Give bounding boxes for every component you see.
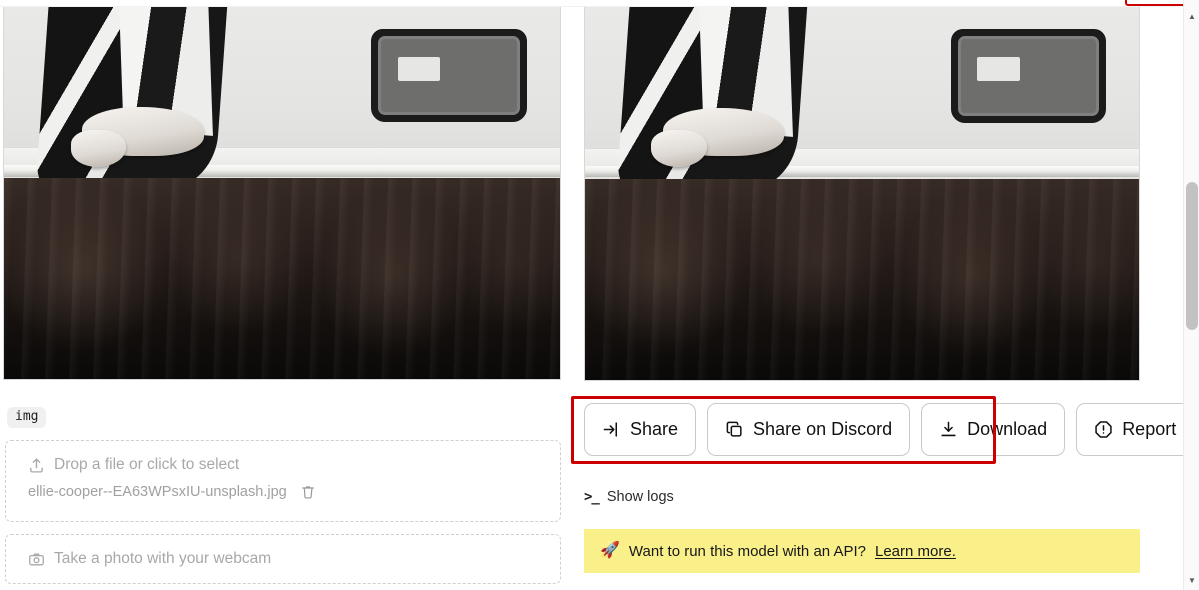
dropzone-prompt-label: Drop a file or click to select	[54, 456, 240, 473]
top-cutoff-strip	[0, 0, 1187, 7]
action-button-bar: Share Share on Discord Download Report	[584, 403, 1195, 456]
app-root: img Drop a file or click to select ellie…	[0, 0, 1199, 590]
photo-drape	[585, 178, 1139, 380]
download-button[interactable]: Download	[921, 403, 1066, 456]
photo-content-left	[4, 7, 560, 379]
photo-handle	[950, 29, 1106, 123]
file-dropzone[interactable]	[5, 440, 561, 522]
terminal-prompt-icon: >_	[584, 489, 600, 505]
upload-icon	[28, 457, 45, 474]
annotation-box-top-clipped	[1125, 0, 1187, 6]
camera-icon	[28, 551, 45, 568]
report-button-label: Report	[1122, 419, 1177, 439]
show-logs-label: Show logs	[606, 489, 674, 505]
scrollbar-thumb[interactable]	[1186, 182, 1198, 330]
output-image-right[interactable]	[584, 7, 1140, 381]
rocket-icon: 🚀	[600, 542, 620, 559]
trash-icon[interactable]	[300, 484, 316, 500]
photo-drape	[4, 178, 560, 379]
show-logs-toggle[interactable]: >_ Show logs	[584, 489, 674, 505]
api-banner: 🚀 Want to run this model with an API? Le…	[584, 529, 1140, 573]
input-type-chip: img	[7, 407, 47, 429]
scrollbar-down-arrow-icon[interactable]: ▼	[1184, 572, 1199, 588]
output-image-left[interactable]	[3, 7, 561, 380]
vertical-scrollbar[interactable]: ▲ ▼	[1183, 0, 1199, 590]
share-button[interactable]: Share	[584, 403, 697, 456]
alert-octagon-icon	[1094, 420, 1113, 439]
webcam-prompt-row[interactable]: Take a photo with your webcam	[28, 550, 271, 568]
uploaded-file-row: ellie-cooper--EA63WPsxIU-unsplash.jpg	[28, 484, 316, 500]
share-on-discord-button[interactable]: Share on Discord	[707, 403, 911, 456]
share-arrow-icon	[602, 420, 621, 439]
uploaded-file-name: ellie-cooper--EA63WPsxIU-unsplash.jpg	[28, 484, 287, 500]
report-button[interactable]: Report	[1076, 403, 1195, 456]
share-button-label: Share	[630, 419, 679, 439]
share-on-discord-button-label: Share on Discord	[753, 419, 893, 439]
webcam-prompt-label: Take a photo with your webcam	[54, 550, 272, 567]
photo-handle	[370, 29, 527, 123]
copy-icon	[725, 420, 744, 439]
scrollbar-up-arrow-icon[interactable]: ▲	[1184, 8, 1199, 24]
dropzone-prompt-row[interactable]: Drop a file or click to select	[28, 456, 239, 474]
api-banner-text: Want to run this model with an API?	[628, 542, 866, 560]
api-learn-more-link[interactable]: Learn more.	[875, 543, 956, 560]
photo-content-right	[585, 7, 1139, 380]
download-button-label: Download	[967, 419, 1048, 439]
download-icon	[939, 420, 958, 439]
